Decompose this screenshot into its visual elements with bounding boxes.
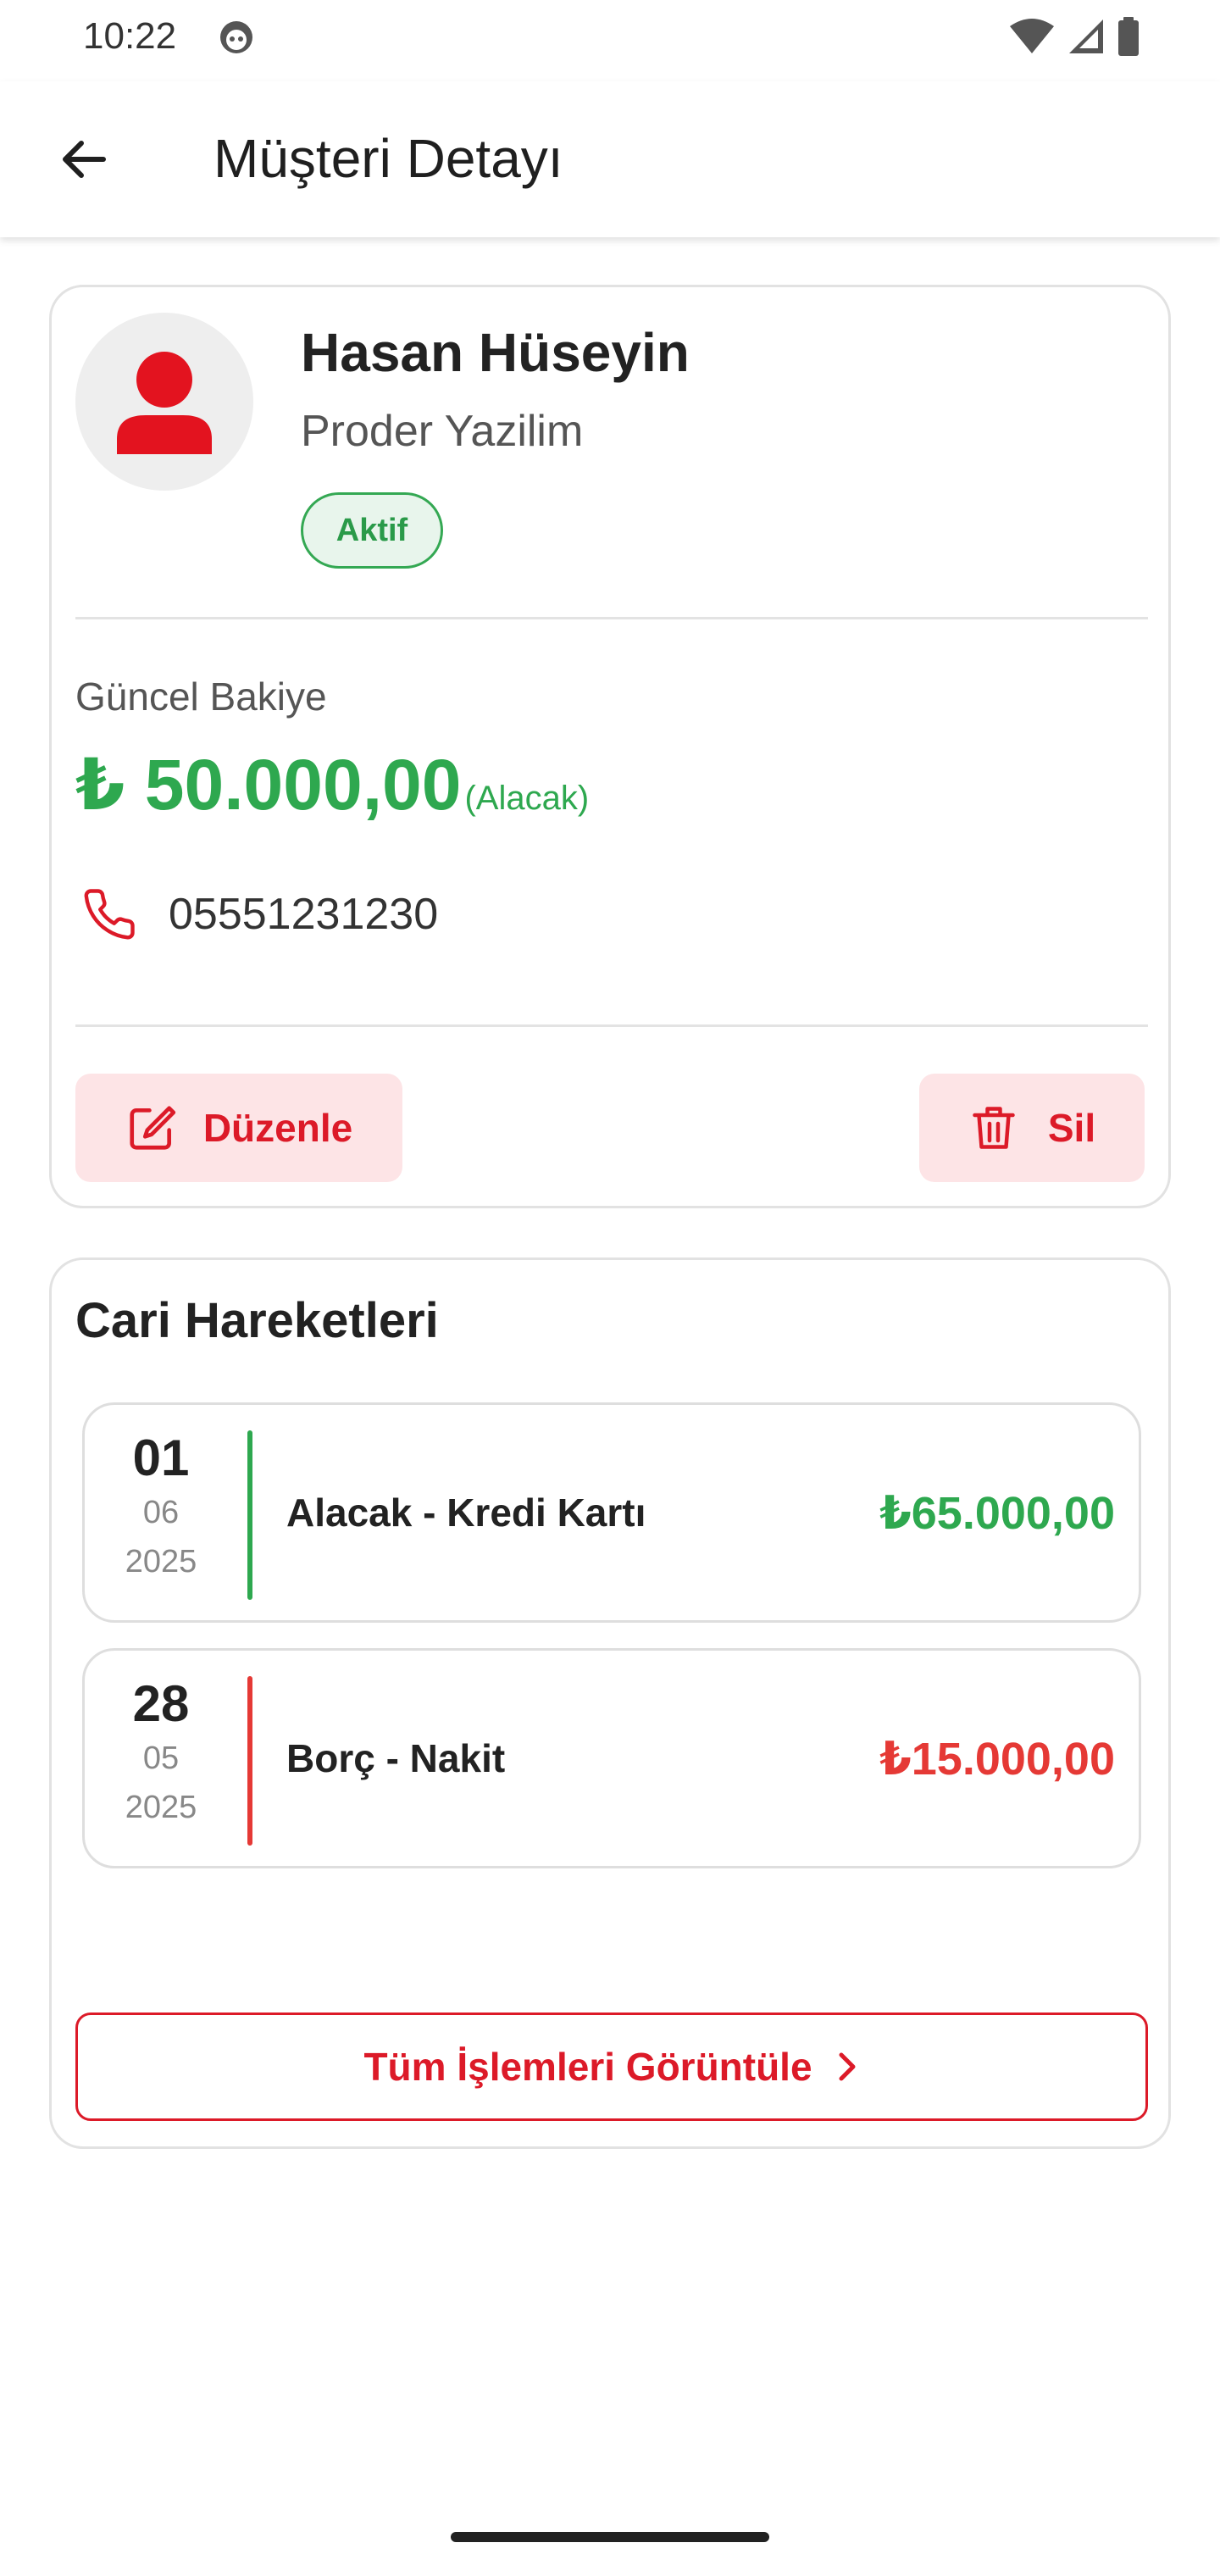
wifi-icon bbox=[1010, 19, 1054, 53]
transaction-date: 28 05 2025 bbox=[102, 1674, 220, 1832]
face-icon bbox=[220, 21, 252, 53]
transaction-item[interactable]: 01 06 2025 Alacak - Kredi Kartı ₺65.000,… bbox=[82, 1402, 1141, 1623]
edit-button-label: Düzenle bbox=[202, 1106, 353, 1150]
avatar bbox=[75, 313, 253, 491]
signal-icon bbox=[1069, 19, 1103, 53]
gesture-nav-handle[interactable] bbox=[451, 2532, 769, 2542]
phone-number: 05551231230 bbox=[169, 890, 439, 939]
transactions-card: Cari Hareketleri 01 06 2025 Alacak - Kre… bbox=[49, 1257, 1171, 2149]
back-button[interactable] bbox=[47, 124, 119, 195]
debit-indicator bbox=[247, 1676, 252, 1846]
customer-card: Hasan Hüseyin Proder Yazilim Aktif Günce… bbox=[49, 285, 1171, 1208]
credit-indicator bbox=[247, 1430, 252, 1600]
edit-button[interactable]: Düzenle bbox=[75, 1074, 402, 1182]
transaction-description: Borç - Nakit bbox=[286, 1736, 506, 1780]
divider bbox=[75, 1024, 1148, 1027]
transaction-date: 01 06 2025 bbox=[102, 1429, 220, 1586]
delete-button[interactable]: Sil bbox=[919, 1074, 1145, 1182]
status-bar: 10:22 bbox=[0, 0, 1220, 75]
app-bar: Müşteri Detayı bbox=[0, 81, 1220, 237]
transaction-amount: ₺65.000,00 bbox=[879, 1488, 1115, 1539]
status-time: 10:22 bbox=[83, 15, 177, 57]
edit-icon bbox=[130, 1106, 175, 1150]
balance-row: ₺ 50.000,00 (Alacak) bbox=[75, 743, 589, 826]
transaction-year: 2025 bbox=[125, 1544, 197, 1579]
transactions-heading: Cari Hareketleri bbox=[75, 1293, 439, 1348]
phone-row[interactable]: 05551231230 bbox=[75, 880, 438, 948]
transaction-amount: ₺15.000,00 bbox=[879, 1734, 1115, 1785]
page-title: Müşteri Detayı bbox=[214, 128, 563, 189]
customer-company: Proder Yazilim bbox=[301, 407, 584, 456]
view-all-label: Tüm İşlemleri Görüntüle bbox=[363, 2045, 812, 2089]
trash-icon bbox=[973, 1107, 1015, 1149]
transaction-item[interactable]: 28 05 2025 Borç - Nakit ₺15.000,00 bbox=[82, 1648, 1141, 1868]
transaction-month: 06 bbox=[142, 1495, 180, 1530]
balance-label: Güncel Bakiye bbox=[75, 675, 327, 719]
customer-name: Hasan Hüseyin bbox=[301, 322, 690, 383]
delete-button-label: Sil bbox=[1047, 1106, 1096, 1150]
transaction-day: 28 bbox=[132, 1675, 190, 1732]
transaction-year: 2025 bbox=[125, 1790, 197, 1825]
status-icons bbox=[1008, 15, 1140, 58]
battery-icon bbox=[1118, 17, 1139, 56]
transaction-month: 05 bbox=[142, 1740, 180, 1776]
view-all-transactions-button[interactable]: Tüm İşlemleri Görüntüle bbox=[75, 2012, 1148, 2121]
person-icon bbox=[117, 352, 212, 454]
transaction-description: Alacak - Kredi Kartı bbox=[286, 1491, 646, 1535]
chevron-right-icon bbox=[839, 2052, 856, 2081]
balance-amount: ₺ 50.000,00 bbox=[75, 745, 462, 824]
divider bbox=[75, 617, 1148, 619]
arrow-left-icon bbox=[63, 141, 106, 178]
balance-type: (Alacak) bbox=[464, 780, 590, 817]
status-badge: Aktif bbox=[301, 492, 443, 569]
transaction-day: 01 bbox=[132, 1430, 190, 1486]
phone-icon bbox=[75, 880, 143, 948]
